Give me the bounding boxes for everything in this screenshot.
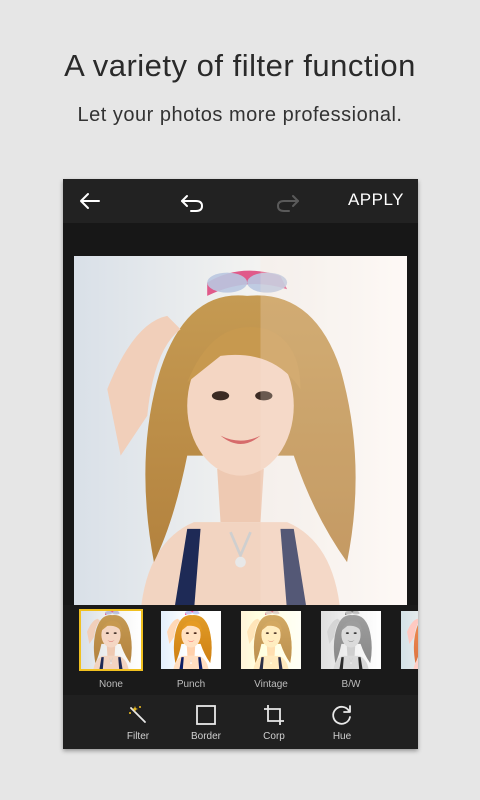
filter-thumbnail[interactable] bbox=[399, 609, 418, 671]
hue-rotate-icon bbox=[332, 705, 351, 725]
square-border-icon bbox=[196, 705, 216, 725]
filter-thumbnail[interactable] bbox=[159, 609, 223, 671]
crop-icon bbox=[264, 705, 284, 725]
filter-item-none[interactable]: None bbox=[79, 609, 143, 690]
filter-thumbnail[interactable] bbox=[239, 609, 303, 671]
filter-label: Punch bbox=[176, 679, 206, 690]
filter-label: B/W bbox=[341, 679, 361, 690]
top-toolbar: APPLY bbox=[63, 179, 418, 223]
tool-border[interactable]: Border bbox=[181, 703, 231, 742]
filter-strip: None Punch Vintage B/W Bl bbox=[63, 605, 418, 695]
tool-label: Filter bbox=[126, 731, 150, 742]
magic-wand-icon bbox=[129, 706, 146, 723]
tool-label: Hue bbox=[332, 731, 352, 742]
filter-label: Vintage bbox=[254, 679, 288, 690]
filter-item-bw[interactable]: B/W bbox=[319, 609, 383, 690]
filter-item-vintage[interactable]: Vintage bbox=[239, 609, 303, 690]
tool-filter[interactable]: Filter bbox=[113, 703, 163, 742]
tool-label: Corp bbox=[263, 731, 285, 742]
tool-crop[interactable]: Corp bbox=[249, 703, 299, 742]
filter-item-bl[interactable]: Bl bbox=[399, 609, 418, 690]
promo-title: A variety of filter function bbox=[64, 48, 416, 83]
phone-screen: APPLY None Punch Vintage B/W Filter Bord… bbox=[63, 179, 418, 749]
filter-thumbnail[interactable] bbox=[319, 609, 383, 671]
photo-canvas bbox=[63, 223, 418, 612]
tool-label: Border bbox=[190, 731, 221, 742]
filter-thumbnail[interactable] bbox=[79, 609, 143, 671]
apply-button[interactable]: APPLY bbox=[348, 190, 404, 210]
bottom-tool-bar: Filter Border Corp Hue bbox=[63, 695, 418, 749]
filter-item-punch[interactable]: Punch bbox=[159, 609, 223, 690]
tool-hue[interactable]: Hue bbox=[317, 703, 367, 742]
filter-label: Bl bbox=[399, 679, 418, 690]
promo-subtitle: Let your photos more professional. bbox=[77, 104, 403, 126]
edited-photo bbox=[74, 256, 407, 612]
undo-icon[interactable] bbox=[177, 187, 207, 215]
arrow-left-icon[interactable] bbox=[75, 187, 105, 215]
filter-label: None bbox=[99, 679, 123, 690]
redo-icon[interactable] bbox=[273, 187, 303, 215]
